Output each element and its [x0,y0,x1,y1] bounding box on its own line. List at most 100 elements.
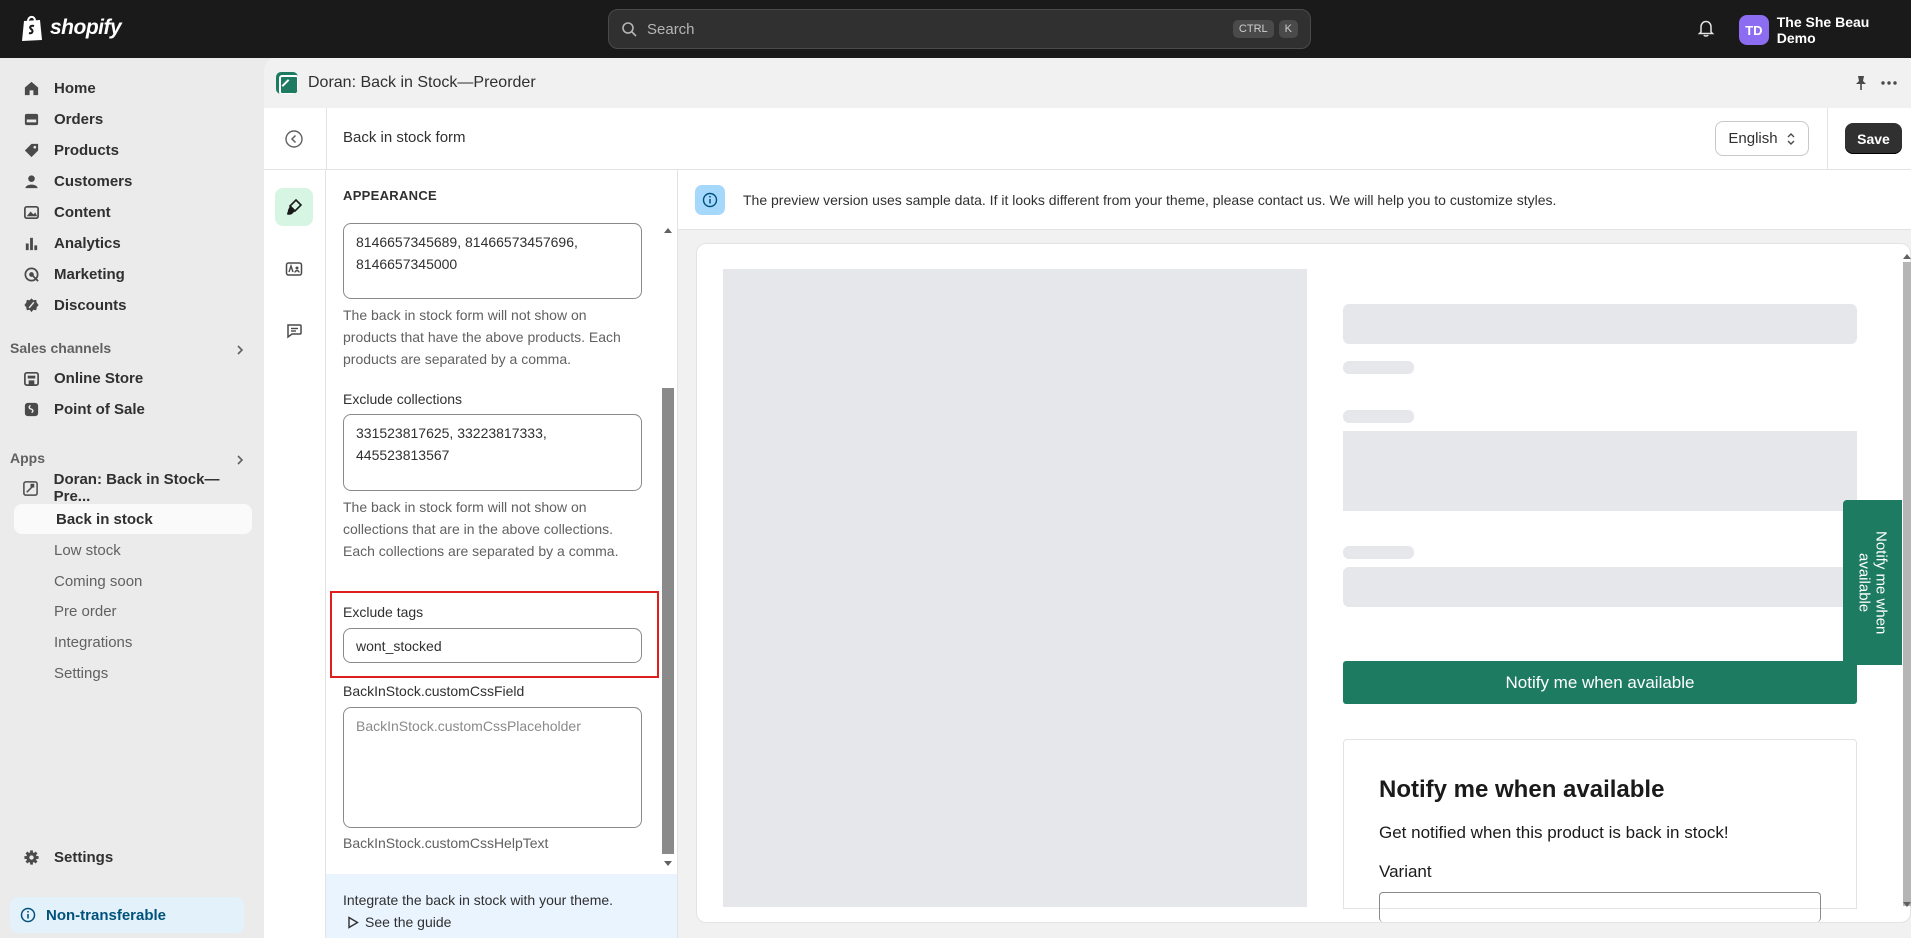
guide-text: Integrate the back in stock with your th… [343,892,614,908]
sales-channels-heading[interactable]: Sales channels [10,340,111,356]
scroll-up-arrow-icon[interactable] [1903,254,1911,259]
chevron-right-icon[interactable] [234,454,246,466]
sidebar-item-label: Products [54,141,120,159]
select-chevron-icon [1787,132,1795,145]
notify-me-button[interactable]: Notify me when available [1343,661,1857,704]
scroll-down-arrow-icon[interactable] [1903,902,1911,907]
sidebar-item-settings[interactable]: Settings [12,842,252,872]
search-input[interactable]: Search CTRL K [608,9,1311,49]
sidebar-item-label: Home [54,79,96,97]
back-arrow-icon[interactable] [283,128,305,150]
see-guide-link[interactable]: See the guide [347,914,451,930]
shopify-bag-icon [22,15,42,41]
scroll-down-arrow-icon[interactable] [664,861,672,866]
exclude-tags-input[interactable]: wont_stocked [343,628,642,663]
scrollbar-thumb[interactable] [662,388,674,854]
chat-bubble-icon [287,324,302,339]
variant-select[interactable] [1379,892,1821,922]
custom-css-label: BackInStock.customCssField [343,683,525,699]
apps-heading[interactable]: Apps [10,450,45,466]
store-icon [22,369,40,387]
exclude-tags-value: wont_stocked [356,637,442,654]
app-logo-icon [276,72,298,94]
sidebar-subitem-settings[interactable]: Settings [12,658,252,688]
skeleton-title [1343,304,1857,344]
divider [326,108,327,170]
preview-scrollbar[interactable] [1903,262,1911,906]
language-select[interactable]: English [1715,121,1809,156]
account-menu[interactable]: TD The She Beau Demo [1739,14,1911,46]
orders-icon [22,110,40,128]
rail-messages-button[interactable] [275,312,313,350]
sidebar-item-label: Content [54,203,111,221]
exclude-collections-textarea[interactable]: 331523817625, 33223817333, 445523813567 [343,414,642,491]
language-value: English [1728,130,1778,147]
exclude-products-help: The back in stock form will not show on … [343,307,621,367]
sidebar-subitem-pre-order[interactable]: Pre order [12,596,252,626]
shortcut-key-k: K [1278,20,1298,38]
home-icon [22,79,40,97]
sidebar-item-label: Back in stock [56,510,153,528]
sidebar-item-label: Coming soon [54,572,143,590]
sidebar-item-label: Analytics [54,234,121,252]
custom-css-help: BackInStock.customCssHelpText [343,835,549,851]
sidebar-subitem-back-in-stock[interactable]: Back in stock [14,504,252,534]
sidebar-item-marketing[interactable]: Marketing [12,259,252,289]
sidebar-item-point-of-sale[interactable]: Point of Sale [12,394,252,424]
discounts-icon [22,296,40,314]
rail-content-button[interactable] [275,250,313,288]
sidebar-item-products[interactable]: Products [12,135,252,165]
sidebar-item-home[interactable]: Home [12,73,252,103]
content-icon [22,203,40,221]
avatar: TD [1739,15,1769,45]
sidebar-item-app-doran[interactable]: Doran: Back in Stock—Pre... [12,471,252,505]
exclude-products-textarea[interactable]: 8146657345689, 81466573457696, 814665734… [343,223,642,299]
play-icon [348,915,359,929]
skeleton-block [1343,431,1857,511]
sidebar-item-discounts[interactable]: Discounts [12,290,252,320]
paintbrush-icon [287,198,303,215]
sidebar-subitem-coming-soon[interactable]: Coming soon [12,566,252,596]
brand-name: shopify [50,16,122,39]
notify-side-tab[interactable]: Notify me when available [1843,500,1902,665]
editor-title: Back in stock form [343,129,466,146]
preview-info-banner: The preview version uses sample data. If… [678,170,1911,230]
variant-label: Variant [1379,862,1432,881]
scroll-up-arrow-icon[interactable] [664,228,672,233]
non-transferable-badge[interactable]: Non-transferable [10,897,244,933]
products-icon [22,141,40,159]
sidebar-item-label: Discounts [54,296,127,314]
chevron-right-icon[interactable] [234,344,246,356]
sidebar-item-content[interactable]: Content [12,197,252,227]
exclude-tags-label: Exclude tags [343,604,424,620]
sidebar-item-online-store[interactable]: Online Store [12,363,252,393]
notification-bell-icon[interactable] [1696,18,1716,38]
sidebar-item-label: Settings [54,664,109,682]
sidebar-item-label: Settings [54,848,114,866]
search-placeholder: Search [647,20,695,38]
sidebar-subitem-low-stock[interactable]: Low stock [12,535,252,565]
marketing-icon [22,265,40,283]
non-transferable-label: Non-transferable [46,906,167,924]
shopify-logo[interactable]: shopify [20,14,122,42]
save-button[interactable]: Save [1845,123,1902,154]
pos-icon [22,400,40,418]
product-image-placeholder [723,269,1307,907]
sidebar-item-orders[interactable]: Orders [12,104,252,134]
divider [1827,108,1828,170]
sidebar-item-label: Marketing [54,265,125,283]
pin-icon[interactable] [1853,75,1869,91]
sidebar-item-analytics[interactable]: Analytics [12,228,252,258]
app-title-bar: Doran: Back in Stock—Preorder [264,58,1911,108]
sidebar-item-label: Orders [54,110,104,128]
exclude-collections-help: The back in stock form will not show on … [343,499,619,559]
customers-icon [22,172,40,190]
more-options-icon[interactable] [1880,74,1898,92]
rail-appearance-button[interactable] [275,188,313,226]
custom-css-textarea[interactable]: BackInStock.customCssPlaceholder [343,707,642,828]
sidebar-subitem-integrations[interactable]: Integrations [12,627,252,657]
custom-css-placeholder: BackInStock.customCssPlaceholder [356,718,581,734]
sidebar-item-label: Point of Sale [54,400,145,418]
sidebar-item-customers[interactable]: Customers [12,166,252,196]
side-tab-label: Notify me when available [1855,530,1890,635]
